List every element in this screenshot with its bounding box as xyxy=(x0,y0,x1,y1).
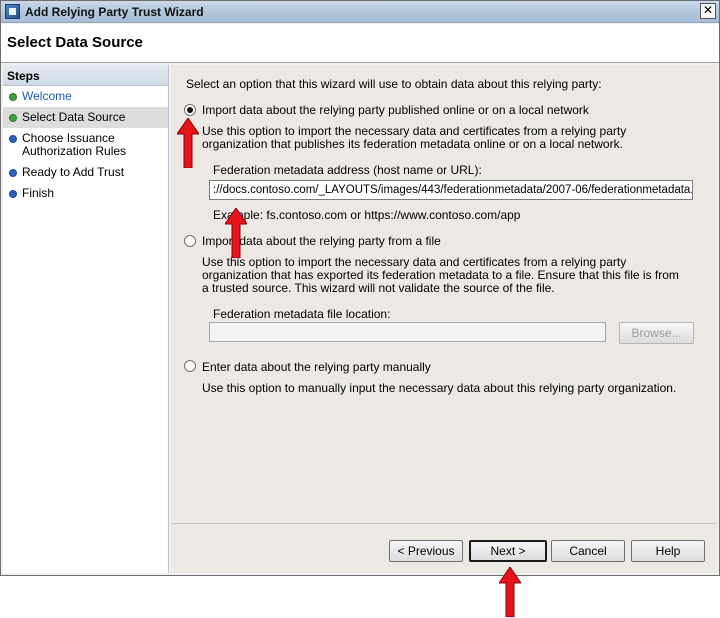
previous-button[interactable]: < Previous xyxy=(389,540,463,562)
metadata-address-input[interactable]: ://docs.contoso.com/_LAYOUTS/images/443/… xyxy=(209,180,693,200)
radio-import-file[interactable] xyxy=(184,235,196,247)
page-title: Select Data Source xyxy=(7,34,143,51)
step-current-icon xyxy=(9,114,17,122)
option-manual-label[interactable]: Enter data about the relying party manua… xyxy=(202,360,431,374)
step-pending-icon xyxy=(9,169,17,177)
wizard-window: Add Relying Party Trust Wizard ✕ Select … xyxy=(0,0,720,576)
arrow-up-icon xyxy=(225,208,247,258)
option-file-description: Use this option to import the necessary … xyxy=(202,255,679,295)
title-bar[interactable]: Add Relying Party Trust Wizard ✕ xyxy=(1,1,719,23)
help-button[interactable]: Help xyxy=(631,540,705,562)
arrow-up-icon xyxy=(177,118,199,168)
step-select-data-source[interactable]: Select Data Source xyxy=(3,107,168,128)
option-online-description: Use this option to import the necessary … xyxy=(202,124,627,151)
page-header: Select Data Source xyxy=(1,24,719,63)
intro-text: Select an option that this wizard will u… xyxy=(186,77,602,91)
step-pending-icon xyxy=(9,190,17,198)
step-ready-to-add-trust[interactable]: Ready to Add Trust xyxy=(3,162,168,183)
wizard-app-icon xyxy=(5,4,20,19)
main-content: Select an option that this wizard will u… xyxy=(171,65,717,573)
step-finish[interactable]: Finish xyxy=(3,183,168,204)
metadata-file-label: Federation metadata file location: xyxy=(213,307,391,321)
step-label: Choose Issuance Authorization Rules xyxy=(22,131,127,158)
option-manual-description: Use this option to manually input the ne… xyxy=(202,381,677,395)
footer-divider xyxy=(171,523,717,524)
step-label: Ready to Add Trust xyxy=(22,165,125,179)
step-choose-issuance-rules[interactable]: Choose Issuance Authorization Rules xyxy=(3,128,133,162)
steps-title: Steps xyxy=(3,65,168,86)
radio-enter-manually[interactable] xyxy=(184,360,196,372)
step-complete-icon xyxy=(9,93,17,101)
step-label: Select Data Source xyxy=(22,110,126,124)
option-online-label[interactable]: Import data about the relying party publ… xyxy=(202,103,589,117)
metadata-address-example: Example: fs.contoso.com or https://www.c… xyxy=(213,208,521,222)
arrow-up-icon xyxy=(499,567,521,617)
step-pending-icon xyxy=(9,135,17,143)
steps-panel: Steps Welcome Select Data Source Choose … xyxy=(3,65,169,573)
next-button[interactable]: Next > xyxy=(469,540,547,562)
cancel-button[interactable]: Cancel xyxy=(551,540,625,562)
step-label: Finish xyxy=(22,186,55,200)
browse-button[interactable]: Browse... xyxy=(619,322,694,344)
step-welcome[interactable]: Welcome xyxy=(3,86,168,107)
step-label: Welcome xyxy=(22,89,72,103)
metadata-address-label: Federation metadata address (host name o… xyxy=(213,163,482,177)
radio-import-online[interactable] xyxy=(184,104,196,116)
metadata-file-input[interactable] xyxy=(209,322,606,342)
close-icon[interactable]: ✕ xyxy=(700,3,716,19)
window-title: Add Relying Party Trust Wizard xyxy=(25,5,204,19)
